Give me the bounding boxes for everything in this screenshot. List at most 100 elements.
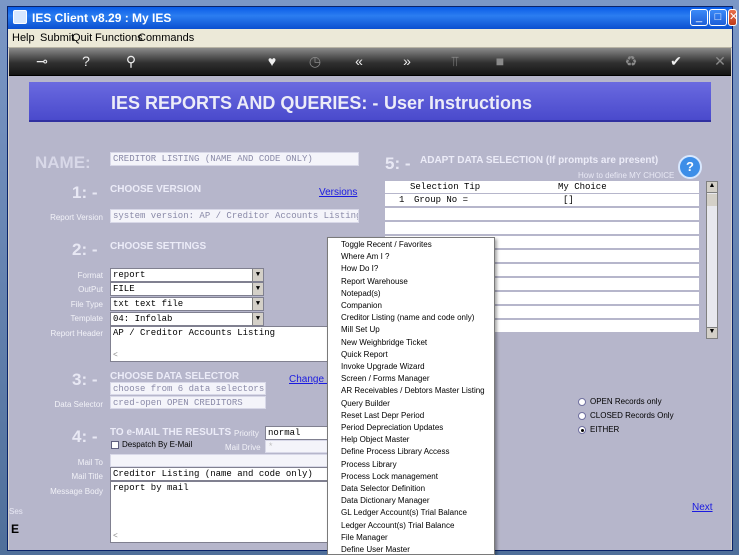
menu-item[interactable]: Period Depreciation Updates (341, 423, 443, 432)
recycle-icon[interactable]: ♻ (621, 53, 641, 70)
menu-commands[interactable]: Commands (138, 32, 194, 44)
check-icon[interactable]: ✔ (666, 53, 686, 70)
radio-open-records[interactable] (578, 398, 586, 406)
menu-functions[interactable]: Functions (95, 32, 143, 44)
mail-to-label: Mail To (77, 458, 103, 467)
scroll-down-icon[interactable]: ▼ (707, 327, 717, 338)
menu-item[interactable]: Companion (341, 301, 382, 310)
menu-item[interactable]: GL Ledger Account(s) Trial Balance (341, 508, 467, 517)
radio-either[interactable] (578, 426, 586, 434)
next-link[interactable]: Next (692, 502, 713, 513)
maximize-button[interactable]: □ (709, 9, 727, 26)
mail-title-label: Mail Title (71, 472, 103, 481)
scroll-left-icon[interactable]: < (113, 351, 118, 360)
menu-quit[interactable]: Quit (72, 32, 92, 44)
format-select[interactable]: report ▼ (110, 268, 264, 282)
menu-item[interactable]: Help Object Master (341, 435, 409, 444)
grid-row[interactable] (385, 222, 699, 235)
menu-help[interactable]: Help (12, 32, 35, 44)
menu-item[interactable]: Notepad(s) (341, 289, 381, 298)
mail-title-field[interactable]: Creditor Listing (name and code only) (110, 467, 336, 481)
forward-icon[interactable]: » (397, 53, 417, 69)
menu-item[interactable]: Invoke Upgrade Wizard (341, 362, 425, 371)
menu-item[interactable]: New Weighbridge Ticket (341, 338, 427, 347)
key-icon[interactable]: ⊸ (27, 53, 57, 70)
menu-item[interactable]: AR Receivables / Debtors Master Listing (341, 386, 485, 395)
window-title: IES Client v8.29 : My IES (32, 11, 172, 25)
stop-icon[interactable]: ■ (490, 53, 510, 69)
step1-title: CHOOSE VERSION (110, 184, 202, 195)
chevron-down-icon[interactable]: ▼ (252, 313, 263, 325)
step2-number: 2: - (72, 240, 98, 259)
menu-item[interactable]: Reset Last Depr Period (341, 411, 424, 420)
toolbar: ⊸ ? ⚲ ♥ ◷ « » ⫪ ■ ♻ ✔ ✕ (9, 48, 731, 76)
versions-link[interactable]: Versions (319, 187, 357, 198)
menu-item[interactable]: Creditor Listing (name and code only) (341, 313, 474, 322)
scroll-left-icon[interactable]: < (113, 532, 118, 541)
help-circle-icon[interactable]: ? (678, 155, 702, 179)
menu-item[interactable]: How Do I? (341, 264, 378, 273)
menu-item[interactable]: Where Am I ? (341, 252, 389, 261)
data-selector-field[interactable]: cred-open OPEN CREDITORS (110, 396, 266, 409)
heart-icon[interactable]: ♥ (262, 53, 282, 69)
template-select[interactable]: 04: Infolab ▼ (110, 312, 264, 326)
row-tip: Group No = (414, 195, 469, 205)
menu-item[interactable]: Mill Set Up (341, 325, 380, 334)
radio-closed-records[interactable] (578, 412, 586, 420)
session-stub: Ses (9, 507, 23, 516)
filetype-select[interactable]: txt text file ▼ (110, 297, 264, 311)
chevron-down-icon[interactable]: ▼ (252, 269, 263, 281)
mail-to-field[interactable] (110, 454, 336, 467)
menu-item[interactable]: Query Builder (341, 399, 390, 408)
menu-item[interactable]: Report Warehouse (341, 277, 408, 286)
minimize-button[interactable]: _ (690, 9, 708, 26)
banner-title: IES REPORTS AND QUERIES: - (111, 93, 379, 113)
menu-item[interactable]: Define Process Library Access (341, 447, 450, 456)
close-icon[interactable]: ✕ (710, 53, 730, 70)
search-icon[interactable]: ⚲ (121, 53, 141, 70)
menu-item[interactable]: Toggle Recent / Favorites (341, 240, 432, 249)
help-icon[interactable]: ? (76, 53, 96, 69)
menu-item[interactable]: Process Lock management (341, 472, 438, 481)
template-label: Template (70, 314, 103, 323)
report-header-field[interactable]: AP / Creditor Accounts Listing < (110, 326, 336, 362)
format-value: report (113, 270, 146, 280)
menu-item[interactable]: Screen / Forms Manager (341, 374, 429, 383)
despatch-checkbox[interactable] (111, 441, 119, 449)
grid-row[interactable] (385, 208, 699, 221)
menu-item[interactable]: Define User Master (341, 545, 410, 554)
scroll-up-icon[interactable]: ▲ (707, 182, 717, 193)
data-selector-label: Data Selector (54, 400, 103, 409)
scroll-thumb[interactable] (707, 194, 717, 206)
menu-item[interactable]: File Manager (341, 533, 388, 542)
menu-item[interactable]: Data Selector Definition (341, 484, 425, 493)
report-version-field[interactable]: system version: AP / Creditor Accounts L… (110, 209, 359, 223)
menu-item[interactable]: Ledger Account(s) Trial Balance (341, 521, 454, 530)
close-button[interactable]: ✕ (728, 9, 737, 26)
history-icon[interactable]: ◷ (305, 53, 325, 70)
output-value: FILE (113, 284, 135, 294)
e-stub: E (11, 522, 20, 536)
grid-row[interactable]: 1 Group No = [] (385, 194, 699, 207)
name-field[interactable]: CREDITOR LISTING (NAME AND CODE ONLY) (110, 152, 359, 166)
open-records-label: OPEN Records only (590, 397, 662, 406)
row-choice: [] (563, 195, 574, 205)
name-label: NAME: (35, 153, 91, 172)
back-icon[interactable]: « (349, 53, 369, 69)
banner-subtitle: User Instructions (384, 93, 533, 113)
col-my-choice: My Choice (558, 182, 607, 192)
chevron-down-icon[interactable]: ▼ (252, 283, 263, 295)
output-select[interactable]: FILE ▼ (110, 282, 264, 296)
chevron-down-icon[interactable]: ▼ (252, 298, 263, 310)
grid-scrollbar[interactable]: ▲ ▼ (706, 181, 718, 339)
menu-item[interactable]: Data Dictionary Manager (341, 496, 429, 505)
report-header-value: AP / Creditor Accounts Listing (113, 328, 276, 338)
message-body-field[interactable]: report by mail < (110, 481, 336, 543)
menu-item[interactable]: Quick Report (341, 350, 388, 359)
col-selection-tip: Selection Tip (410, 182, 481, 192)
closed-records-label: CLOSED Records Only (590, 411, 674, 420)
menu-submit[interactable]: Submit (40, 32, 74, 44)
tree-icon[interactable]: ⫪ (445, 53, 465, 70)
menu-item[interactable]: Process Library (341, 460, 397, 469)
filetype-value: txt text file (113, 299, 184, 309)
